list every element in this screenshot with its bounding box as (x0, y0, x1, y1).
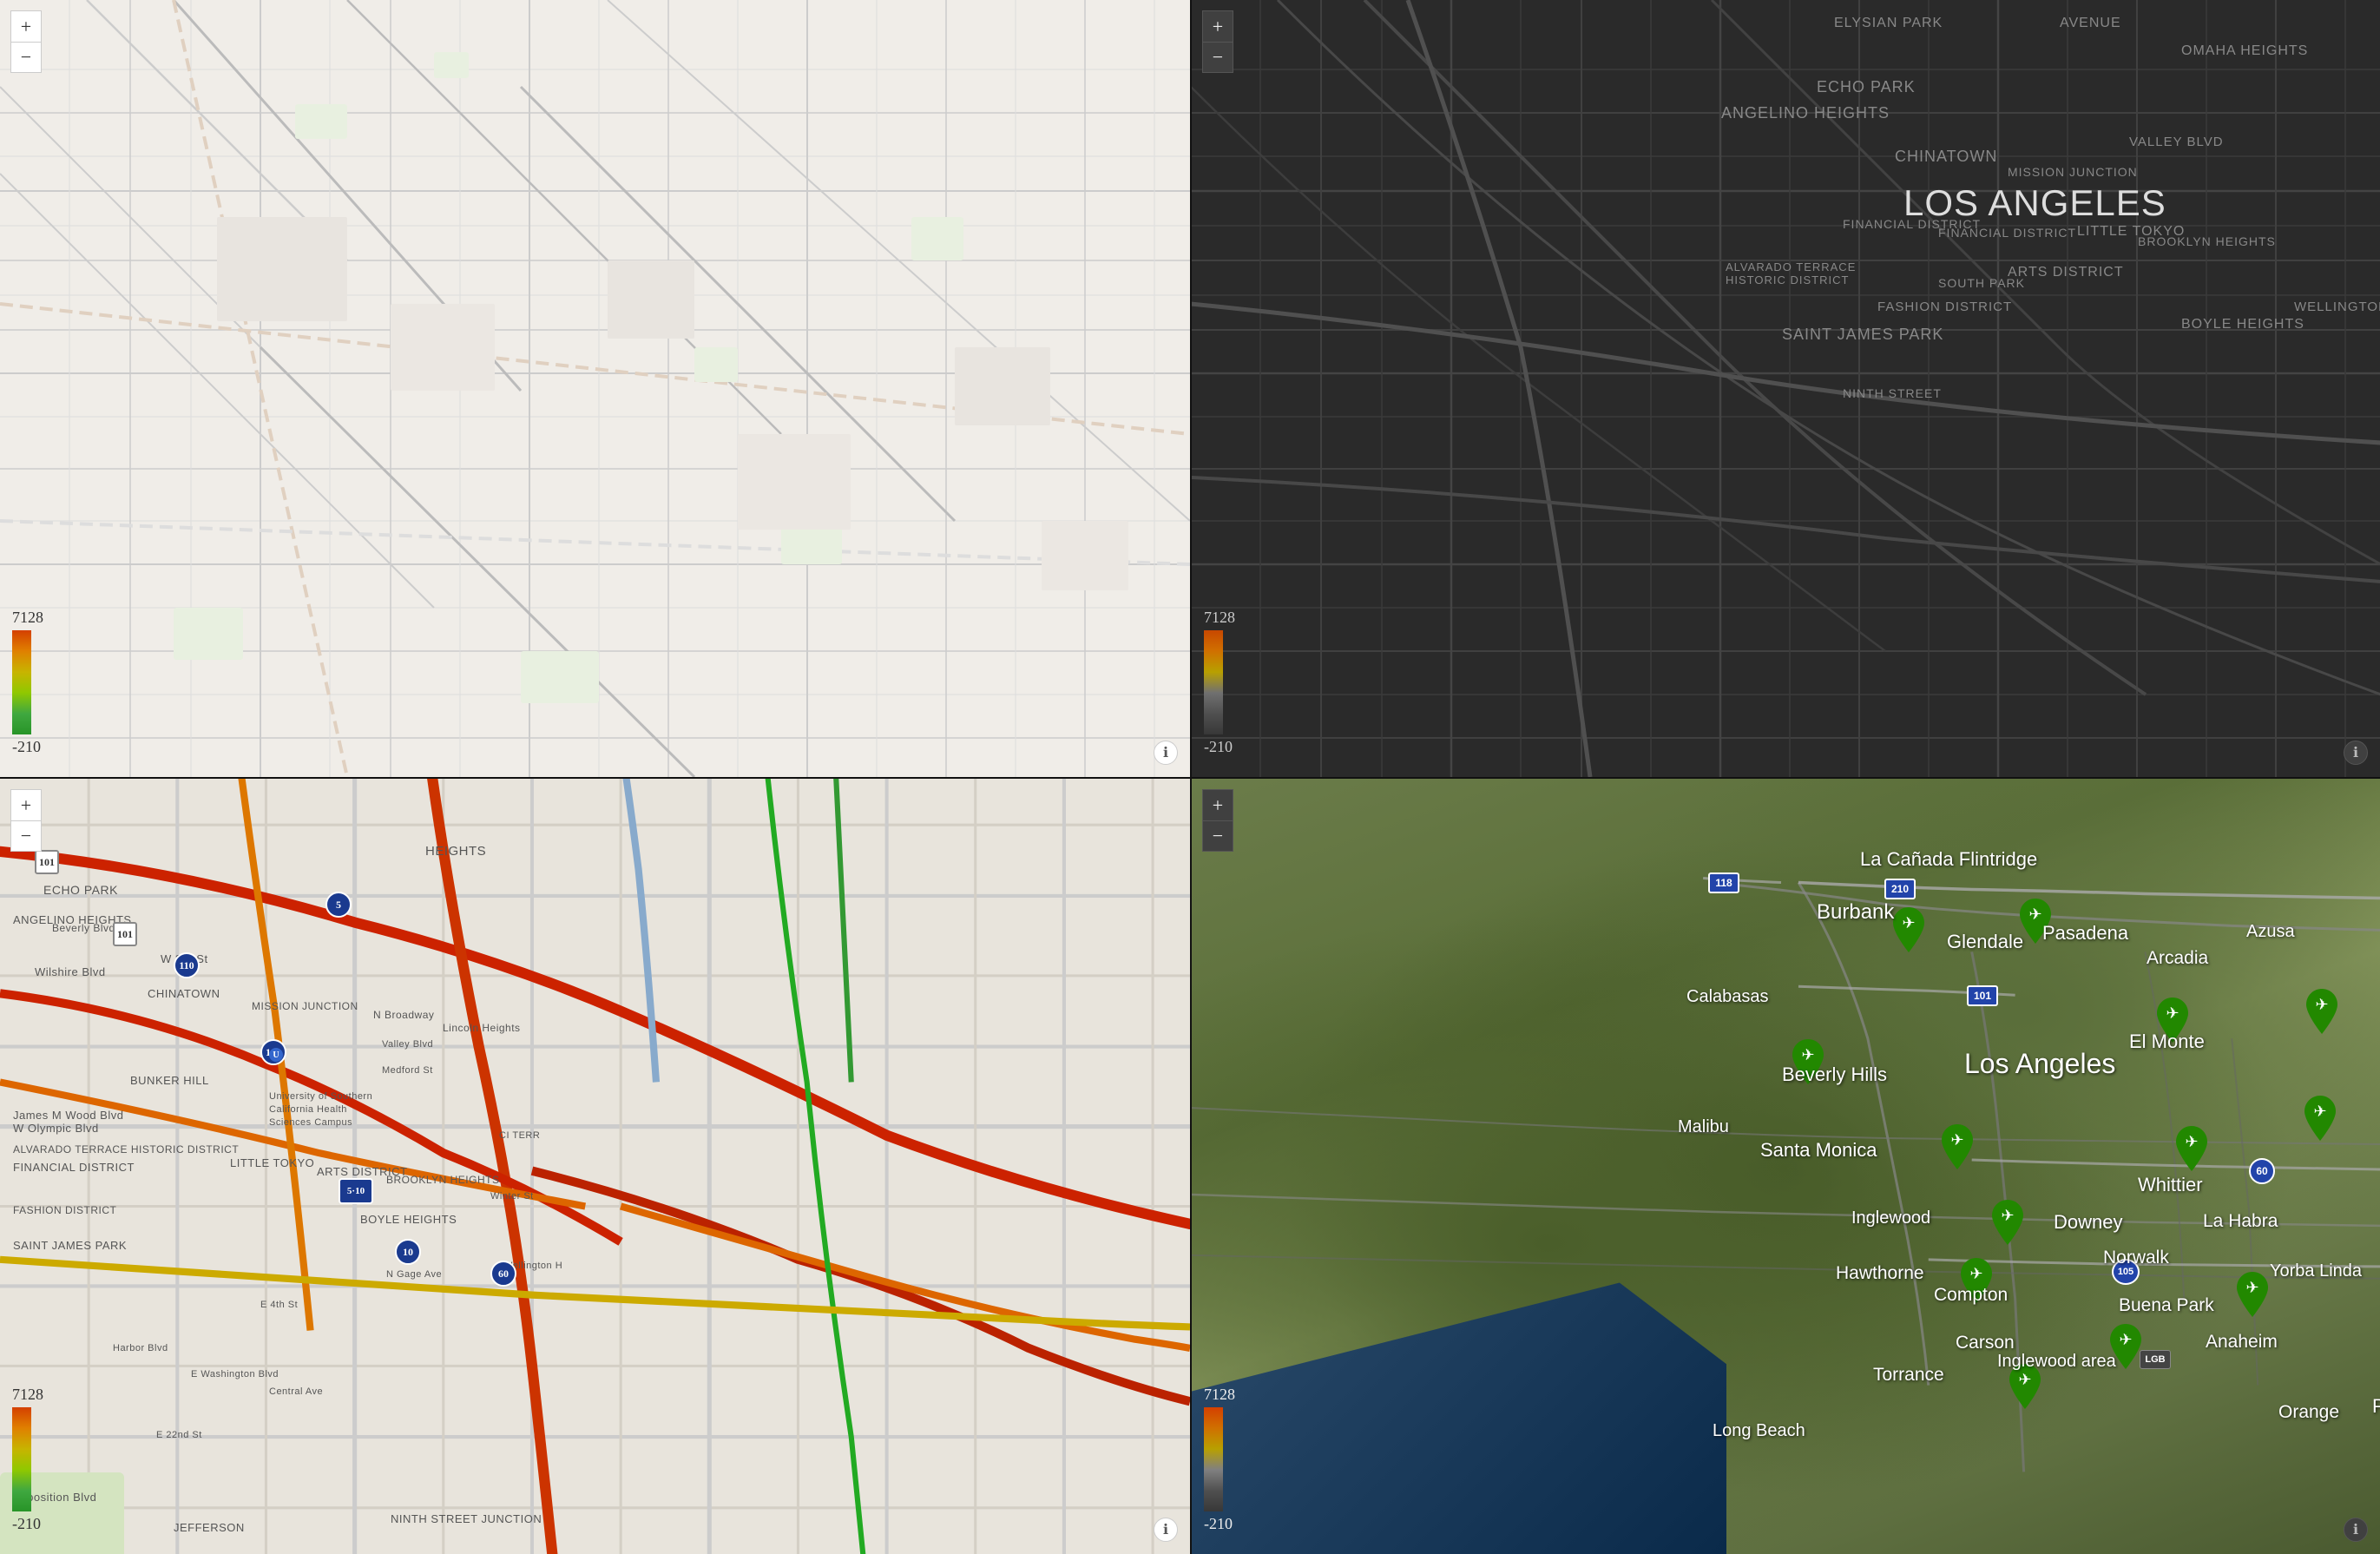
svg-text:✈: ✈ (2185, 1133, 2198, 1150)
br-airport-4[interactable]: ✈ (2153, 998, 2192, 1043)
tl-zoom-out[interactable]: − (10, 42, 42, 73)
tr-zoom-out[interactable]: − (1202, 42, 1233, 73)
bl-zoom-out[interactable]: − (10, 820, 42, 852)
svg-text:✈: ✈ (1969, 1265, 1982, 1282)
svg-text:✈: ✈ (1950, 1131, 1963, 1149)
br-shield-60: 60 (2249, 1158, 2275, 1184)
bl-legend-min: -210 (12, 1515, 41, 1533)
br-airport-7[interactable]: ✈ (2173, 1126, 2211, 1171)
tl-zoom-in[interactable]: + (10, 10, 42, 42)
br-shield-105: 105 (2112, 1259, 2140, 1285)
br-shield-210: 210 (1884, 879, 1916, 899)
bl-shield-5: 5 (325, 892, 352, 918)
br-legend-max: 7128 (1204, 1386, 1235, 1404)
svg-text:✈: ✈ (2313, 1103, 2326, 1120)
tl-info-button[interactable]: ℹ (1154, 741, 1178, 765)
bl-shield-510: 5·10 (339, 1178, 373, 1204)
br-airport-3[interactable]: ✈ (1789, 1039, 1827, 1084)
svg-text:✈: ✈ (2119, 1331, 2132, 1348)
tr-info-button[interactable]: ℹ (2344, 741, 2368, 765)
top-left-map: + − 7128 -210 ℹ (0, 0, 1190, 777)
bl-zoom-in[interactable]: + (10, 789, 42, 820)
br-legend-bar (1204, 1407, 1223, 1511)
br-airport-2[interactable]: ✈ (2016, 899, 2055, 944)
top-right-map: Elysian Park AVENUE OMAHA HEIGHTS ECHO P… (1190, 0, 2380, 777)
bl-shield-usc-marker: U (269, 1048, 283, 1062)
tl-legend-max: 7128 (12, 609, 43, 627)
tr-zoom-controls[interactable]: + − (1202, 10, 1233, 73)
br-airport-10[interactable]: ✈ (2233, 1272, 2272, 1317)
br-airport-12[interactable]: ✈ (2006, 1364, 2044, 1409)
svg-text:✈: ✈ (2028, 905, 2041, 923)
svg-text:✈: ✈ (2315, 996, 2328, 1013)
br-legend-min: -210 (1204, 1515, 1233, 1533)
svg-text:✈: ✈ (2166, 1004, 2179, 1022)
tr-zoom-in[interactable]: + (1202, 10, 1233, 42)
traffic-map-svg (0, 779, 1190, 1554)
br-airport-5[interactable]: ✈ (2303, 989, 2341, 1034)
bl-shield-110: 110 (174, 952, 200, 978)
light-map-svg (0, 0, 1190, 777)
bl-shield-101b: 101 (113, 922, 137, 946)
br-shield-118: 118 (1708, 872, 1739, 893)
tr-legend: 7128 -210 (1204, 609, 1235, 756)
bl-shield-101a: 101 (35, 850, 59, 874)
svg-text:✈: ✈ (2245, 1279, 2258, 1296)
dark-map-svg (1192, 0, 2380, 777)
br-shield-101: 101 (1967, 985, 1998, 1006)
br-airport-11[interactable]: ✈ (2107, 1324, 2145, 1369)
bl-shield-10: 10 (395, 1239, 421, 1265)
br-airport-1[interactable]: ✈ (1890, 907, 1928, 952)
br-airport-9[interactable]: ✈ (1957, 1258, 1995, 1303)
bl-zoom-controls[interactable]: + − (10, 789, 42, 852)
br-zoom-in[interactable]: + (1202, 789, 1233, 820)
bl-info-button[interactable]: ℹ (1154, 1518, 1178, 1542)
svg-text:✈: ✈ (2018, 1371, 2031, 1388)
tr-legend-min: -210 (1204, 738, 1233, 756)
br-info-button[interactable]: ℹ (2344, 1518, 2368, 1542)
tl-legend-min: -210 (12, 738, 41, 756)
bl-legend: 7128 -210 (12, 1386, 43, 1533)
br-airport-13[interactable]: ✈ (2301, 1096, 2339, 1141)
bl-legend-bar (12, 1407, 31, 1511)
svg-text:✈: ✈ (1801, 1046, 1814, 1063)
br-zoom-controls[interactable]: + − (1202, 789, 1233, 852)
tl-zoom-controls[interactable]: + − (10, 10, 42, 73)
br-legend: 7128 -210 (1204, 1386, 1235, 1533)
br-zoom-out[interactable]: − (1202, 820, 1233, 852)
svg-text:✈: ✈ (2001, 1207, 2014, 1224)
bl-shield-60: 60 (490, 1261, 516, 1287)
bottom-right-map: La Cañada Flintridge Burbank Glendale Pa… (1190, 777, 2380, 1554)
tl-legend-bar (12, 630, 31, 734)
br-airport-8[interactable]: ✈ (1989, 1200, 2027, 1245)
bottom-left-map: HEIGHTS ECHO PARK ANGELINO HEIGHTS Bever… (0, 777, 1190, 1554)
br-airport-6[interactable]: ✈ (1938, 1124, 1976, 1169)
tr-legend-bar (1204, 630, 1223, 734)
svg-text:✈: ✈ (1902, 914, 1915, 932)
bl-legend-max: 7128 (12, 1386, 43, 1404)
tl-legend: 7128 -210 (12, 609, 43, 756)
tr-legend-max: 7128 (1204, 609, 1235, 627)
